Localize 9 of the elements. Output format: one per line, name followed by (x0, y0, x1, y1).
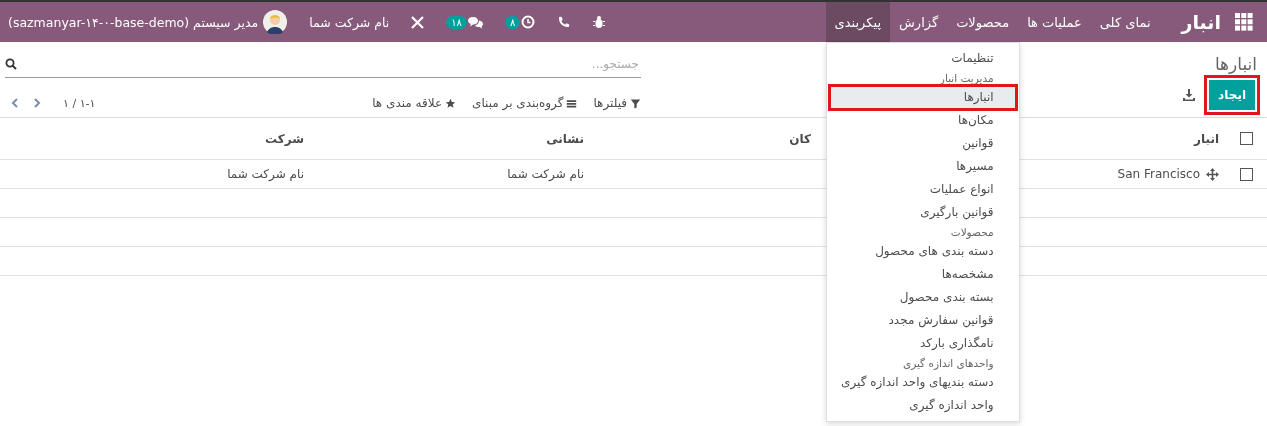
app-title: انبار (1181, 11, 1221, 33)
activities-count: ۸ (505, 15, 521, 29)
table-cell: نام شرکت شما (227, 167, 304, 181)
breadcrumb: انبارها (1214, 54, 1257, 74)
messages-count: ۱۸ (446, 15, 467, 29)
dropdown-section-header: محصولات (949, 225, 995, 240)
dropdown-section-header: واحدهای اندازه گیری (901, 356, 995, 371)
table-cell: San Francisco (1117, 167, 1200, 181)
table-cell: نام شرکت شما (507, 167, 584, 181)
